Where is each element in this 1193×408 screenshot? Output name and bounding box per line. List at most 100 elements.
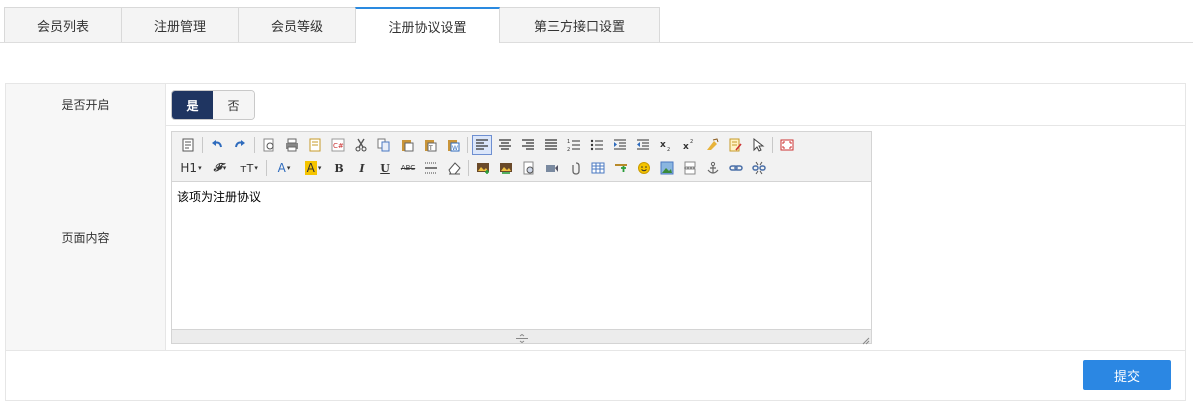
toggle-no[interactable]: 否 [213, 91, 254, 119]
paste-word-icon[interactable]: W [443, 135, 463, 155]
multi-image-icon[interactable] [496, 158, 516, 178]
submit-button[interactable]: 提交 [1083, 360, 1171, 390]
tab-member-levels[interactable]: 会员等级 [238, 7, 356, 42]
insert-image-icon[interactable] [473, 158, 493, 178]
editor-content-text: 该项为注册协议 [177, 190, 262, 204]
content-label: 页面内容 [6, 125, 166, 350]
font-color-dropdown[interactable]: A ▾ [271, 158, 297, 178]
copy-icon[interactable] [374, 135, 394, 155]
source-code-icon[interactable] [178, 135, 198, 155]
tab-member-list[interactable]: 会员列表 [4, 7, 122, 42]
font-family-dropdown[interactable]: 𝓕 ▾ [207, 158, 233, 178]
editor-content-area[interactable]: 该项为注册协议 [172, 182, 871, 329]
svg-text:T: T [428, 145, 433, 152]
subscript-icon[interactable]: x2 [656, 135, 676, 155]
editor-statusbar [172, 329, 871, 345]
chevron-down-icon: ▾ [198, 164, 202, 172]
bold-button[interactable]: B [329, 158, 349, 178]
paste-text-icon[interactable]: T [420, 135, 440, 155]
tab-third-party-api[interactable]: 第三方接口设置 [499, 7, 660, 42]
form-row-content: 页面内容 C# T W 1 2 x 2 x 2 H1 ▾ 𝓕 ▾ тT ▾ A … [6, 125, 1185, 351]
toggle-yes[interactable]: 是 [172, 91, 213, 119]
align-left-icon[interactable] [472, 135, 492, 155]
insert-anchor-line-icon[interactable] [611, 158, 631, 178]
resize-grip-icon[interactable] [862, 334, 870, 345]
toolbar-separator [266, 160, 267, 176]
superscript-icon[interactable]: x2 [679, 135, 699, 155]
tab-registration-management[interactable]: 注册管理 [121, 7, 239, 42]
tab-label: 会员等级 [270, 19, 323, 35]
template-icon[interactable] [305, 135, 325, 155]
insert-flash-icon[interactable] [519, 158, 539, 178]
editor-toolbar: C# T W 12 x2 x2 H1 ▾ 𝓕 ▾ тT ▾ A ▾ A ▾ B … [172, 132, 871, 182]
svg-text:W: W [452, 145, 458, 152]
undo-icon[interactable] [207, 135, 227, 155]
svg-text:2: 2 [567, 147, 570, 152]
emoticon-icon[interactable] [634, 158, 654, 178]
align-right-icon[interactable] [518, 135, 538, 155]
insert-table-icon[interactable] [588, 158, 608, 178]
tab-label: 注册管理 [153, 19, 206, 35]
font-size-label: тT [240, 161, 254, 175]
indent-icon[interactable] [610, 135, 630, 155]
eraser-icon[interactable] [444, 158, 464, 178]
select-all-icon[interactable] [748, 135, 768, 155]
insert-video-icon[interactable] [542, 158, 562, 178]
settings-form: 是否开启 是 否 页面内容 C# T W 1 2 x 2 x 2 H1 ▾ 𝓕 … [5, 83, 1186, 401]
strikethrough-button[interactable]: ABC [398, 158, 418, 178]
code-insert-icon[interactable]: C# [328, 135, 348, 155]
chevron-down-icon: ▾ [286, 164, 291, 172]
unlink-icon[interactable] [749, 158, 769, 178]
anchor-icon[interactable] [703, 158, 723, 178]
rich-text-editor: C# T W 12 x2 x2 H1 ▾ 𝓕 ▾ тT ▾ A ▾ A ▾ B … [171, 131, 872, 345]
align-center-icon[interactable] [495, 135, 515, 155]
tab-registration-agreement[interactable]: 注册协议设置 [355, 7, 500, 43]
font-family-label: 𝓕 [213, 161, 222, 174]
svg-text:2: 2 [690, 139, 693, 145]
svg-text:2: 2 [667, 147, 670, 152]
link-icon[interactable] [726, 158, 746, 178]
drag-handle-icon[interactable] [515, 332, 529, 344]
strikethrough-label: ABC [400, 164, 416, 172]
bold-label: B [334, 161, 344, 175]
font-size-dropdown[interactable]: тT ▾ [236, 158, 262, 178]
tab-bar: 会员列表 注册管理 会员等级 注册协议设置 第三方接口设置 [0, 0, 1193, 43]
enabled-toggle[interactable]: 是 否 [171, 90, 255, 120]
italic-label: I [359, 161, 365, 175]
horizontal-rule-icon[interactable] [421, 158, 441, 178]
image-icon[interactable] [657, 158, 677, 178]
page-break-icon[interactable] [680, 158, 700, 178]
heading-dropdown[interactable]: H1 ▾ [178, 158, 204, 178]
toolbar-row-1: C# T W 12 x2 x2 [178, 134, 800, 156]
chevron-down-icon: ▾ [317, 164, 322, 172]
unordered-list-icon[interactable] [587, 135, 607, 155]
redo-icon[interactable] [230, 135, 250, 155]
paste-icon[interactable] [397, 135, 417, 155]
print-icon[interactable] [282, 135, 302, 155]
cut-icon[interactable] [351, 135, 371, 155]
fullscreen-icon[interactable] [777, 135, 797, 155]
tab-divider [0, 42, 1193, 43]
italic-button[interactable]: I [352, 158, 372, 178]
svg-text:C#: C# [333, 142, 344, 150]
underline-button[interactable]: U [375, 158, 395, 178]
background-color-dropdown[interactable]: A ▾ [300, 158, 326, 178]
toolbar-separator [468, 160, 469, 176]
preview-icon[interactable] [259, 135, 279, 155]
form-row-enabled: 是否开启 是 否 [6, 84, 1185, 126]
toolbar-separator [467, 137, 468, 153]
format-painter-icon[interactable] [725, 135, 745, 155]
chevron-down-icon: ▾ [254, 164, 258, 172]
svg-text:1: 1 [567, 139, 570, 145]
outdent-icon[interactable] [633, 135, 653, 155]
attachment-icon[interactable] [565, 158, 585, 178]
ordered-list-icon[interactable]: 12 [564, 135, 584, 155]
background-color-label: A [304, 161, 317, 175]
clear-format-icon[interactable] [702, 135, 722, 155]
heading-label: H1 [180, 161, 198, 175]
align-justify-icon[interactable] [541, 135, 561, 155]
form-row-actions: 提交 [6, 350, 1185, 401]
tab-label: 注册协议设置 [388, 20, 467, 36]
toolbar-row-2: H1 ▾ 𝓕 ▾ тT ▾ A ▾ A ▾ B I U ABC [178, 157, 772, 179]
toolbar-separator [254, 137, 255, 153]
